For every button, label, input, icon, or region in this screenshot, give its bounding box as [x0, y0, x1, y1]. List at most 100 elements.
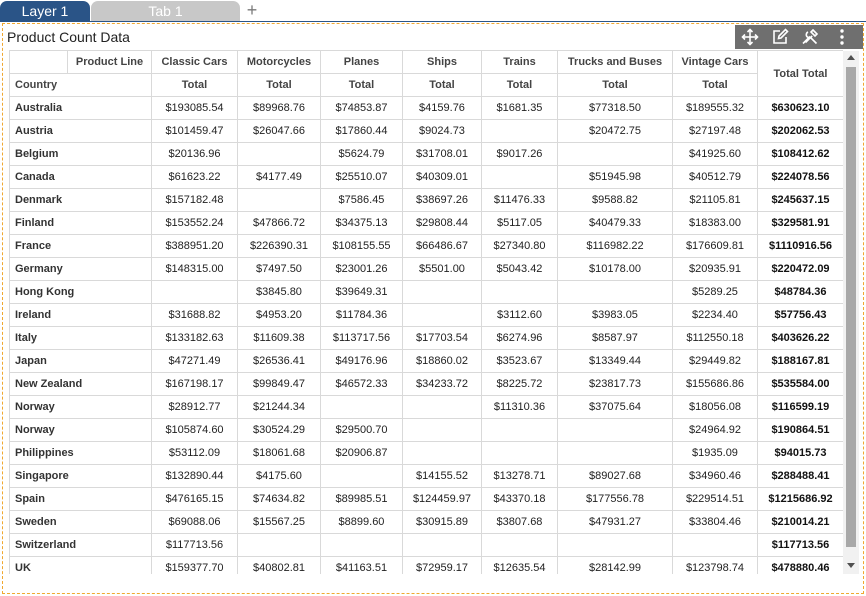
- value-cell[interactable]: $177556.78: [557, 487, 673, 511]
- value-cell[interactable]: $5501.00: [402, 257, 482, 281]
- value-cell[interactable]: [320, 533, 403, 557]
- column-header-product[interactable]: Vintage Cars: [672, 50, 758, 74]
- country-cell[interactable]: Canada: [9, 165, 152, 189]
- column-header-product[interactable]: Planes: [320, 50, 403, 74]
- value-cell[interactable]: $3807.68: [481, 510, 558, 534]
- value-cell[interactable]: [237, 142, 321, 166]
- value-cell[interactable]: $157182.48: [151, 188, 238, 212]
- value-cell[interactable]: $31708.01: [402, 142, 482, 166]
- row-total-cell[interactable]: $535584.00: [757, 372, 843, 396]
- value-cell[interactable]: $47931.27: [557, 510, 673, 534]
- country-cell[interactable]: Denmark: [9, 188, 152, 212]
- value-cell[interactable]: [402, 303, 482, 327]
- value-cell[interactable]: $1681.35: [481, 96, 558, 120]
- row-total-cell[interactable]: $108412.62: [757, 142, 843, 166]
- settings-icon[interactable]: [795, 25, 825, 49]
- value-cell[interactable]: $18056.08: [672, 395, 758, 419]
- value-cell[interactable]: $8899.60: [320, 510, 403, 534]
- value-cell[interactable]: $133182.63: [151, 326, 238, 350]
- value-cell[interactable]: $159377.70: [151, 556, 238, 574]
- value-cell[interactable]: $476165.15: [151, 487, 238, 511]
- value-cell[interactable]: $26047.66: [237, 119, 321, 143]
- value-cell[interactable]: $10178.00: [557, 257, 673, 281]
- value-cell[interactable]: $11476.33: [481, 188, 558, 212]
- value-cell[interactable]: [557, 280, 673, 304]
- value-cell[interactable]: $21105.81: [672, 188, 758, 212]
- value-cell[interactable]: $20906.87: [320, 441, 403, 465]
- value-cell[interactable]: $124459.97: [402, 487, 482, 511]
- value-cell[interactable]: $18860.02: [402, 349, 482, 373]
- table-row[interactable]: New Zealand $167198.17 $99849.47 $46572.33 $…: [9, 372, 843, 396]
- value-cell[interactable]: $34960.46: [672, 464, 758, 488]
- country-cell[interactable]: Australia: [9, 96, 152, 120]
- value-cell[interactable]: $21244.34: [237, 395, 321, 419]
- value-cell[interactable]: $99849.47: [237, 372, 321, 396]
- value-cell[interactable]: $5117.05: [481, 211, 558, 235]
- table-row[interactable]: Australia $193085.54 $89968.76 $74853.87 $41…: [9, 96, 843, 120]
- value-cell[interactable]: [402, 533, 482, 557]
- value-cell[interactable]: $30915.89: [402, 510, 482, 534]
- value-cell[interactable]: $47271.49: [151, 349, 238, 373]
- value-cell[interactable]: $61623.22: [151, 165, 238, 189]
- value-cell[interactable]: $24964.92: [672, 418, 758, 442]
- value-cell[interactable]: $15567.25: [237, 510, 321, 534]
- column-header-product[interactable]: Classic Cars: [151, 50, 238, 74]
- table-row[interactable]: Norway $105874.60 $30524.29 $29500.70 $24964…: [9, 418, 843, 442]
- value-cell[interactable]: $17860.44: [320, 119, 403, 143]
- value-cell[interactable]: $18383.00: [672, 211, 758, 235]
- value-cell[interactable]: $72959.17: [402, 556, 482, 574]
- value-cell[interactable]: $7586.45: [320, 188, 403, 212]
- value-cell[interactable]: $41163.51: [320, 556, 403, 574]
- country-header[interactable]: Country: [9, 73, 152, 97]
- value-cell[interactable]: $3523.67: [481, 349, 558, 373]
- value-cell[interactable]: [481, 280, 558, 304]
- value-cell[interactable]: $13278.71: [481, 464, 558, 488]
- scroll-up-icon[interactable]: [847, 55, 855, 60]
- value-cell[interactable]: $46572.33: [320, 372, 403, 396]
- value-cell[interactable]: $193085.54: [151, 96, 238, 120]
- value-cell[interactable]: [402, 280, 482, 304]
- tab-tab-1[interactable]: Tab 1: [91, 1, 240, 22]
- row-total-cell[interactable]: $478880.46: [757, 556, 843, 574]
- more-icon[interactable]: [825, 25, 859, 49]
- value-cell[interactable]: $4177.49: [237, 165, 321, 189]
- value-cell[interactable]: $47866.72: [237, 211, 321, 235]
- value-cell[interactable]: $31688.82: [151, 303, 238, 327]
- value-cell[interactable]: [557, 142, 673, 166]
- row-total-cell[interactable]: $57756.43: [757, 303, 843, 327]
- country-cell[interactable]: Finland: [9, 211, 152, 235]
- country-cell[interactable]: UK: [9, 556, 152, 574]
- table-row[interactable]: Spain $476165.15 $74634.82 $89985.51 $124459…: [9, 487, 843, 511]
- value-cell[interactable]: $29449.82: [672, 349, 758, 373]
- row-total-cell[interactable]: $94015.73: [757, 441, 843, 465]
- value-cell[interactable]: $113717.56: [320, 326, 403, 350]
- country-cell[interactable]: Hong Kong: [9, 280, 152, 304]
- country-cell[interactable]: Germany: [9, 257, 152, 281]
- country-cell[interactable]: Japan: [9, 349, 152, 373]
- value-cell[interactable]: $101459.47: [151, 119, 238, 143]
- value-cell[interactable]: $69088.06: [151, 510, 238, 534]
- table-row[interactable]: Germany $148315.00 $7497.50 $23001.26 $5501.…: [9, 257, 843, 281]
- value-cell[interactable]: $1935.09: [672, 441, 758, 465]
- value-cell[interactable]: [320, 464, 403, 488]
- row-total-cell[interactable]: $630623.10: [757, 96, 843, 120]
- tab-layer-1[interactable]: Layer 1: [0, 1, 90, 22]
- value-cell[interactable]: [237, 188, 321, 212]
- row-total-cell[interactable]: $1110916.56: [757, 234, 843, 258]
- pivot-table-widget[interactable]: Product Count Data Product Line Classic …: [2, 23, 864, 594]
- value-cell[interactable]: $5624.79: [320, 142, 403, 166]
- row-total-cell[interactable]: $220472.09: [757, 257, 843, 281]
- value-cell[interactable]: $116982.22: [557, 234, 673, 258]
- value-cell[interactable]: [481, 165, 558, 189]
- value-cell[interactable]: $132890.44: [151, 464, 238, 488]
- value-cell[interactable]: $29808.44: [402, 211, 482, 235]
- value-cell[interactable]: $155686.86: [672, 372, 758, 396]
- value-cell[interactable]: $28142.99: [557, 556, 673, 574]
- value-cell[interactable]: $5289.25: [672, 280, 758, 304]
- value-cell[interactable]: $40479.33: [557, 211, 673, 235]
- value-cell[interactable]: $74853.87: [320, 96, 403, 120]
- value-cell[interactable]: $89027.68: [557, 464, 673, 488]
- country-cell[interactable]: New Zealand: [9, 372, 152, 396]
- value-cell[interactable]: [237, 533, 321, 557]
- country-cell[interactable]: Switzerland: [9, 533, 152, 557]
